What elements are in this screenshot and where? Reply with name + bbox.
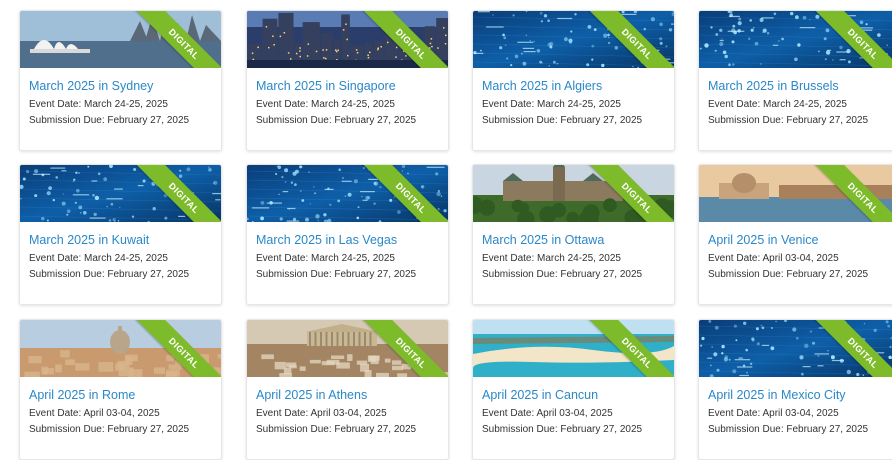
submission-due: Submission Due: February 27, 2025 bbox=[256, 424, 417, 435]
event-card[interactable]: DIGITAL April 2025 in Mexico City Event Da… bbox=[698, 319, 892, 460]
event-title-link[interactable]: March 2025 in Kuwait bbox=[29, 233, 149, 247]
event-date: Event Date: April 03-04, 2025 bbox=[29, 408, 160, 419]
event-thumbnail-image bbox=[473, 11, 674, 68]
event-title-link[interactable]: March 2025 in Algiers bbox=[482, 79, 602, 93]
event-thumbnail-image bbox=[473, 320, 674, 377]
event-thumbnail-image bbox=[247, 165, 448, 222]
event-thumbnail-image bbox=[473, 165, 674, 222]
event-thumbnail[interactable]: DIGITAL bbox=[20, 320, 221, 377]
event-card[interactable]: DIGITAL April 2025 in Venice Event Date: A… bbox=[698, 164, 892, 305]
event-thumbnail[interactable]: DIGITAL bbox=[247, 11, 448, 68]
event-date: Event Date: March 24-25, 2025 bbox=[708, 99, 847, 110]
event-date: Event Date: March 24-25, 2025 bbox=[482, 99, 621, 110]
submission-due: Submission Due: February 27, 2025 bbox=[482, 115, 643, 126]
submission-due: Submission Due: February 27, 2025 bbox=[29, 269, 190, 280]
event-date: Event Date: March 24-25, 2025 bbox=[256, 253, 395, 264]
event-card[interactable]: DIGITAL April 2025 in Athens Event Date: A… bbox=[246, 319, 449, 460]
submission-due: Submission Due: February 27, 2025 bbox=[29, 115, 190, 126]
event-date: Event Date: March 24-25, 2025 bbox=[29, 253, 168, 264]
event-thumbnail-image bbox=[20, 320, 221, 377]
event-title-link[interactable]: April 2025 in Rome bbox=[29, 388, 135, 402]
event-date: Event Date: March 24-25, 2025 bbox=[482, 253, 621, 264]
event-title-link[interactable]: April 2025 in Mexico City bbox=[708, 388, 846, 402]
submission-due: Submission Due: February 27, 2025 bbox=[708, 424, 869, 435]
event-title-link[interactable]: March 2025 in Sydney bbox=[29, 79, 153, 93]
event-card[interactable]: DIGITAL March 2025 in Brussels Event Date:… bbox=[698, 10, 892, 151]
event-title-link[interactable]: April 2025 in Cancun bbox=[482, 388, 598, 402]
event-date: Event Date: March 24-25, 2025 bbox=[29, 99, 168, 110]
event-thumbnail-image bbox=[247, 11, 448, 68]
event-card[interactable]: DIGITAL April 2025 in Cancun Event Date: A… bbox=[472, 319, 675, 460]
event-thumbnail-image bbox=[699, 165, 892, 222]
event-date: Event Date: April 03-04, 2025 bbox=[708, 253, 839, 264]
submission-due: Submission Due: February 27, 2025 bbox=[29, 424, 190, 435]
event-thumbnail-image bbox=[20, 11, 221, 68]
event-title-link[interactable]: March 2025 in Ottawa bbox=[482, 233, 604, 247]
submission-due: Submission Due: February 27, 2025 bbox=[256, 269, 417, 280]
event-thumbnail[interactable]: DIGITAL bbox=[699, 320, 892, 377]
submission-due: Submission Due: February 27, 2025 bbox=[708, 269, 869, 280]
event-thumbnail-image bbox=[699, 320, 892, 377]
event-thumbnail-image bbox=[20, 165, 221, 222]
event-title-link[interactable]: March 2025 in Las Vegas bbox=[256, 233, 397, 247]
event-title-link[interactable]: March 2025 in Brussels bbox=[708, 79, 839, 93]
event-card[interactable]: DIGITAL March 2025 in Sydney Event Date: M… bbox=[19, 10, 222, 151]
event-date: Event Date: April 03-04, 2025 bbox=[708, 408, 839, 419]
event-title-link[interactable]: March 2025 in Singapore bbox=[256, 79, 396, 93]
event-thumbnail[interactable]: DIGITAL bbox=[699, 11, 892, 68]
event-thumbnail[interactable]: DIGITAL bbox=[473, 165, 674, 222]
event-thumbnail-image bbox=[699, 11, 892, 68]
event-thumbnail[interactable]: DIGITAL bbox=[473, 11, 674, 68]
event-card[interactable]: DIGITAL March 2025 in Singapore Event Date… bbox=[246, 10, 449, 151]
event-thumbnail-image bbox=[247, 320, 448, 377]
event-card[interactable]: DIGITAL March 2025 in Ottawa Event Date: M… bbox=[472, 164, 675, 305]
submission-due: Submission Due: February 27, 2025 bbox=[482, 424, 643, 435]
submission-due: Submission Due: February 27, 2025 bbox=[708, 115, 869, 126]
event-thumbnail[interactable]: DIGITAL bbox=[699, 165, 892, 222]
event-card[interactable]: DIGITAL April 2025 in Rome Event Date: Apr… bbox=[19, 319, 222, 460]
submission-due: Submission Due: February 27, 2025 bbox=[482, 269, 643, 280]
event-thumbnail[interactable]: DIGITAL bbox=[247, 320, 448, 377]
event-thumbnail[interactable]: DIGITAL bbox=[473, 320, 674, 377]
event-date: Event Date: April 03-04, 2025 bbox=[256, 408, 387, 419]
event-card-grid: DIGITAL March 2025 in Sydney Event Date: M… bbox=[0, 0, 892, 460]
event-card[interactable]: DIGITAL March 2025 in Algiers Event Date: … bbox=[472, 10, 675, 151]
event-card[interactable]: DIGITAL March 2025 in Kuwait Event Date: M… bbox=[19, 164, 222, 305]
event-title-link[interactable]: April 2025 in Venice bbox=[708, 233, 819, 247]
event-card[interactable]: DIGITAL March 2025 in Las Vegas Event Date… bbox=[246, 164, 449, 305]
event-thumbnail[interactable]: DIGITAL bbox=[247, 165, 448, 222]
event-date: Event Date: April 03-04, 2025 bbox=[482, 408, 613, 419]
event-thumbnail[interactable]: DIGITAL bbox=[20, 165, 221, 222]
event-title-link[interactable]: April 2025 in Athens bbox=[256, 388, 367, 402]
event-thumbnail[interactable]: DIGITAL bbox=[20, 11, 221, 68]
submission-due: Submission Due: February 27, 2025 bbox=[256, 115, 417, 126]
event-date: Event Date: March 24-25, 2025 bbox=[256, 99, 395, 110]
